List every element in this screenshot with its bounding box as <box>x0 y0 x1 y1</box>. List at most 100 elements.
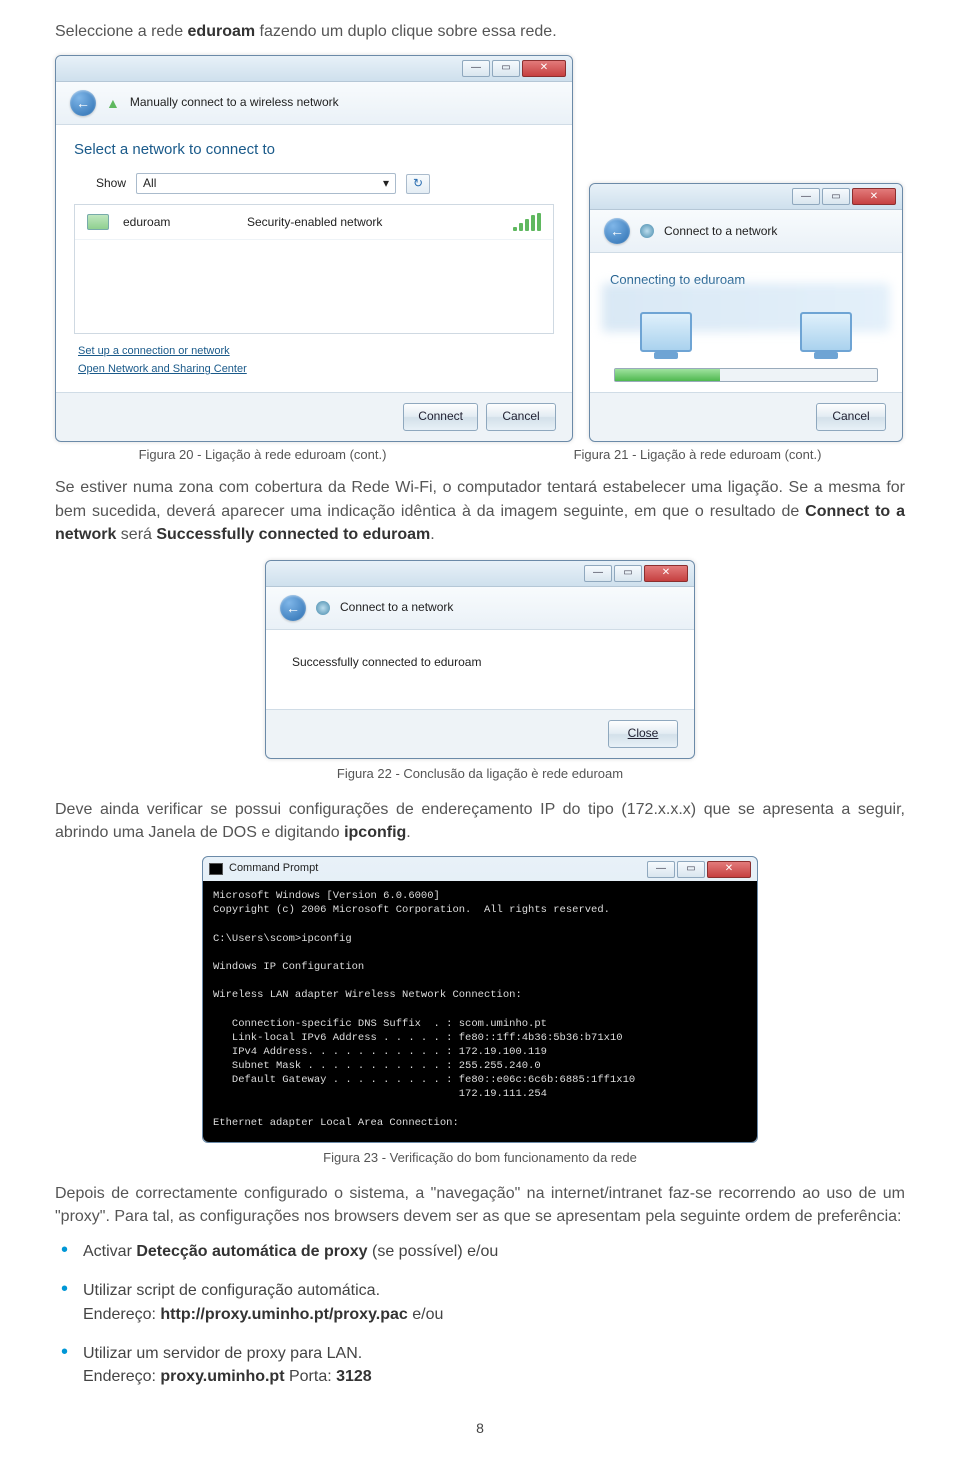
maximize-button[interactable]: ▭ <box>677 861 705 878</box>
figure-23-caption: Figura 23 - Verificação do bom funcionam… <box>55 1149 905 1168</box>
p1-b2: Successfully connected to eduroam <box>156 526 430 543</box>
cancel-button[interactable]: Cancel <box>486 403 556 430</box>
b1-t2: (se possível) e/ou <box>368 1243 499 1260</box>
network-row-eduroam[interactable]: eduroam Security-enabled network <box>75 205 553 240</box>
b2-l2a: Endereço: <box>83 1306 160 1323</box>
figure-21-caption: Figura 21 - Ligação à rede eduroam (cont… <box>490 446 905 465</box>
dialog-heading: Select a network to connect to <box>74 139 554 161</box>
paragraph-ipconfig: Deve ainda verificar se possui configura… <box>55 798 905 844</box>
link-open-sharing-center[interactable]: Open Network and Sharing Center <box>78 362 550 378</box>
dialog-header-title: Connect to a network <box>340 599 453 616</box>
minimize-button[interactable]: — <box>647 861 675 878</box>
page-number: 8 <box>55 1418 905 1438</box>
chevron-down-icon: ▾ <box>383 175 389 192</box>
back-icon[interactable]: ← <box>70 90 96 116</box>
dialog-footer: Close <box>266 709 694 757</box>
dialog-header: ← Connect to a network <box>266 587 694 630</box>
captions-row: Figura 20 - Ligação à rede eduroam (cont… <box>55 446 905 465</box>
p2-t2: . <box>406 824 410 841</box>
cmd-output: Microsoft Windows [Version 6.0.6000] Cop… <box>203 881 757 1142</box>
pc-left-icon <box>640 312 692 352</box>
maximize-button[interactable]: ▭ <box>492 60 520 77</box>
minimize-button[interactable]: — <box>584 565 612 582</box>
back-icon[interactable]: ← <box>280 595 306 621</box>
signal-icon: ▲ <box>106 93 120 113</box>
back-icon[interactable]: ← <box>604 218 630 244</box>
b2-l2b: http://proxy.uminho.pt/proxy.pac <box>160 1306 407 1323</box>
p1-t2: será <box>116 526 156 543</box>
titlebar: — ▭ ✕ <box>590 184 902 210</box>
progress-bar <box>614 368 878 382</box>
command-prompt-window: Command Prompt — ▭ ✕ Microsoft Windows [… <box>202 856 758 1143</box>
signal-bars-icon <box>513 213 541 231</box>
intro-text: Seleccione a rede eduroam fazendo um dup… <box>55 20 905 43</box>
minimize-button[interactable]: — <box>462 60 490 77</box>
bullet-proxy-server: Utilizar um servidor de proxy para LAN. … <box>83 1342 905 1388</box>
figure-20-caption: Figura 20 - Ligação à rede eduroam (cont… <box>55 446 470 465</box>
dialog-connecting: — ▭ ✕ ← Connect to a network Connecting … <box>589 183 903 441</box>
figure-22: — ▭ ✕ ← Connect to a network Successfull… <box>265 560 695 759</box>
connect-button[interactable]: Connect <box>403 403 478 430</box>
dialog-header: ← ▲ Manually connect to a wireless netwo… <box>56 82 572 125</box>
minimize-button[interactable]: — <box>792 188 820 205</box>
figure-20: — ▭ ✕ ← ▲ Manually connect to a wireless… <box>55 55 573 445</box>
cmd-icon <box>209 863 223 875</box>
b2-l1: Utilizar script de configuração automáti… <box>83 1282 380 1299</box>
bullet-script-config: Utilizar script de configuração automáti… <box>83 1279 905 1325</box>
figures-row: — ▭ ✕ ← ▲ Manually connect to a wireless… <box>55 55 905 445</box>
cmd-titlebar: Command Prompt — ▭ ✕ <box>203 857 757 881</box>
intro-suffix: fazendo um duplo clique sobre essa rede. <box>255 23 557 40</box>
close-button[interactable]: ✕ <box>707 861 751 878</box>
globe-icon <box>640 224 654 238</box>
dialog-body: Successfully connected to eduroam <box>266 630 694 709</box>
network-name: eduroam <box>123 214 233 231</box>
close-button-footer[interactable]: Close <box>608 720 678 747</box>
dialog-select-network: — ▭ ✕ ← ▲ Manually connect to a wireless… <box>55 55 573 441</box>
close-button[interactable]: ✕ <box>522 60 566 77</box>
b3-l2c: Porta: <box>285 1368 337 1385</box>
p1-t3: . <box>430 526 434 543</box>
b2-l2c: e/ou <box>408 1306 444 1323</box>
maximize-button[interactable]: ▭ <box>822 188 850 205</box>
refresh-button[interactable]: ↻ <box>406 174 430 194</box>
b3-l2a: Endereço: <box>83 1368 160 1385</box>
globe-icon <box>316 601 330 615</box>
show-label: Show <box>96 175 126 192</box>
maximize-button[interactable]: ▭ <box>614 565 642 582</box>
network-type: Security-enabled network <box>247 214 382 231</box>
close-button[interactable]: ✕ <box>852 188 896 205</box>
b1-b: Detecção automática de proxy <box>136 1243 367 1260</box>
cmd-title-left: Command Prompt <box>209 861 318 877</box>
progress-fill <box>615 369 720 381</box>
titlebar: — ▭ ✕ <box>266 561 694 587</box>
network-pc-icon <box>87 214 109 230</box>
close-button[interactable]: ✕ <box>644 565 688 582</box>
cancel-button[interactable]: Cancel <box>816 403 886 430</box>
show-value: All <box>143 175 156 192</box>
network-list: eduroam Security-enabled network <box>74 204 554 334</box>
close-label: Close <box>628 726 659 740</box>
p2-t1: Deve ainda verificar se possui configura… <box>55 801 905 841</box>
proxy-bullet-list: Activar Detecção automática de proxy (se… <box>55 1240 905 1388</box>
b1-t1: Activar <box>83 1243 136 1260</box>
show-filter-row: Show All ▾ ↻ <box>96 173 554 194</box>
cmd-title-text: Command Prompt <box>229 861 318 877</box>
show-dropdown[interactable]: All ▾ <box>136 173 396 194</box>
b3-l2d: 3128 <box>336 1368 372 1385</box>
success-message: Successfully connected to eduroam <box>286 646 674 695</box>
refresh-icon: ↻ <box>413 175 423 192</box>
dialog-success: — ▭ ✕ ← Connect to a network Successfull… <box>265 560 695 759</box>
connection-icons-row <box>610 302 882 368</box>
titlebar: — ▭ ✕ <box>56 56 572 82</box>
dialog-footer: Connect Cancel <box>56 392 572 440</box>
b3-l2b: proxy.uminho.pt <box>160 1368 284 1385</box>
p1-t1: Se estiver numa zona com cobertura da Re… <box>55 479 905 519</box>
link-setup-connection[interactable]: Set up a connection or network <box>78 344 550 360</box>
dialog-header-title: Connect to a network <box>664 223 777 240</box>
figure-21: — ▭ ✕ ← Connect to a network Connecting … <box>589 183 903 445</box>
b3-l1: Utilizar um servidor de proxy para LAN. <box>83 1345 362 1362</box>
dialog-header-title: Manually connect to a wireless network <box>130 94 339 111</box>
pc-right-icon <box>800 312 852 352</box>
dialog-body: Select a network to connect to Show All … <box>56 125 572 392</box>
dialog-links: Set up a connection or network Open Netw… <box>74 334 554 382</box>
